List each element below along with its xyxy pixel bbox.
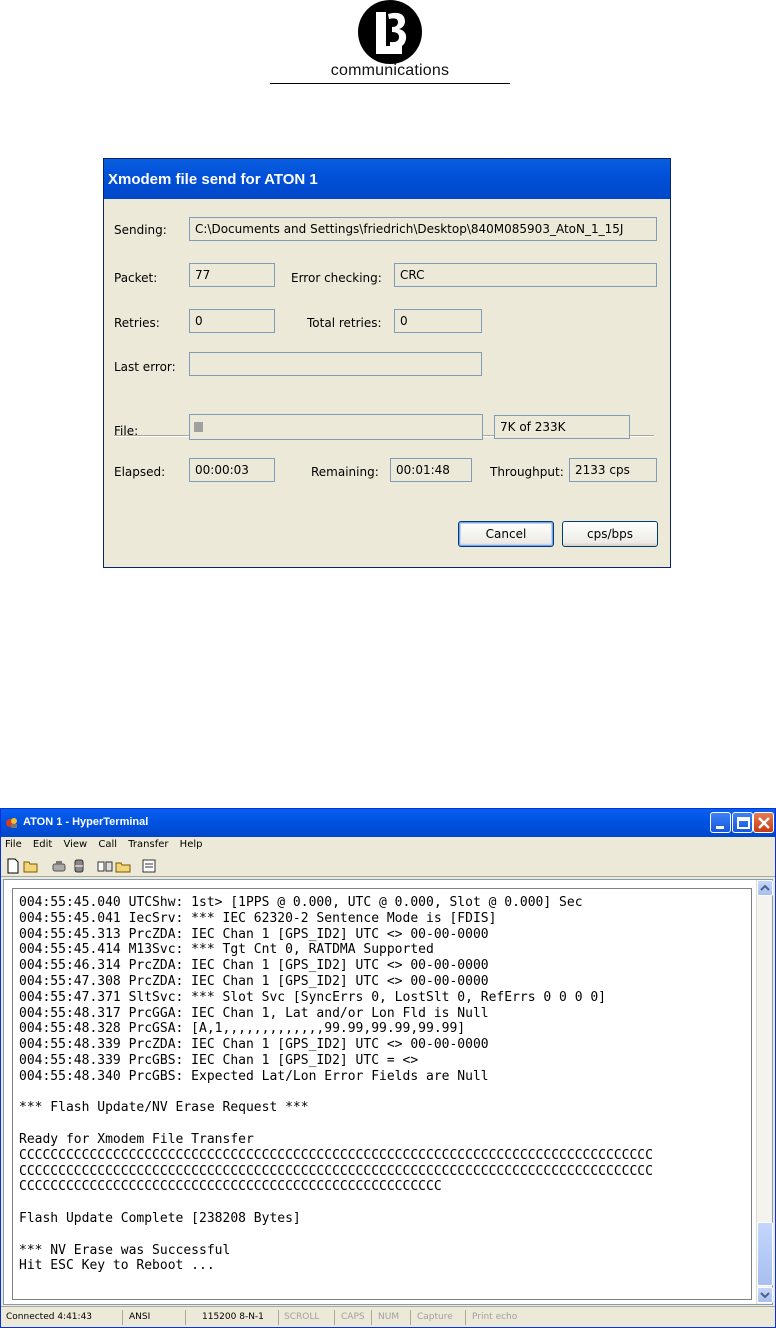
menu-edit[interactable]: Edit — [33, 839, 52, 850]
menu-view[interactable]: View — [63, 839, 87, 850]
vertical-scrollbar[interactable] — [756, 880, 773, 1304]
remaining-field: 00:01:48 — [390, 458, 472, 482]
new-icon[interactable] — [5, 858, 21, 874]
terminal-area: 004:55:45.040 UTCShw: 1st> [1PPS @ 0.000… — [3, 879, 773, 1305]
l3-logo-mark — [358, 0, 422, 64]
cps-bps-button[interactable]: cps/bps — [562, 521, 658, 547]
dialog-body: Sending: C:\Documents and Settings\fried… — [104, 199, 670, 567]
logo-underline — [270, 83, 510, 84]
l3-logo: communications — [270, 0, 510, 86]
remaining-label: Remaining: — [311, 465, 379, 479]
maximize-button[interactable] — [732, 812, 753, 833]
minimize-icon — [716, 826, 724, 829]
sending-label: Sending: — [114, 223, 167, 237]
xmodem-dialog: Xmodem file send for ATON 1 Sending: C:\… — [103, 158, 671, 568]
cancel-button[interactable]: Cancel — [458, 521, 554, 547]
file-progress-fill — [194, 422, 203, 432]
throughput-label: Throughput: — [490, 465, 564, 479]
hyperterminal-title: ATON 1 - HyperTerminal — [23, 816, 149, 828]
total-retries-field: 0 — [394, 309, 482, 333]
packet-label: Packet: — [114, 271, 158, 285]
properties-icon[interactable] — [141, 858, 157, 874]
status-capture: Capture — [414, 1310, 466, 1325]
status-bar: Connected 4:41:43 ANSI 115200 8-N-1 SCRO… — [1, 1306, 775, 1327]
toolbar — [1, 855, 775, 877]
menu-transfer[interactable]: Transfer — [128, 839, 168, 850]
close-icon — [758, 817, 770, 829]
status-caps: CAPS — [338, 1310, 372, 1325]
elapsed-label: Elapsed: — [114, 465, 166, 479]
retries-field: 0 — [189, 309, 275, 333]
scroll-down-button[interactable] — [757, 1287, 773, 1303]
receive-icon[interactable] — [115, 858, 131, 874]
file-label: File: — [114, 424, 139, 438]
terminal-output: 004:55:45.040 UTCShw: 1st> [1PPS @ 0.000… — [19, 895, 653, 1274]
status-emulation: ANSI — [126, 1310, 186, 1325]
maximize-icon — [737, 817, 750, 829]
menu-help[interactable]: Help — [180, 839, 203, 850]
hyperterminal-titlebar: ATON 1 - HyperTerminal — [1, 809, 775, 837]
open-icon[interactable] — [23, 858, 39, 874]
status-print-echo: Print echo — [472, 1312, 518, 1322]
connect-icon[interactable] — [51, 858, 67, 874]
minimize-button[interactable] — [710, 812, 731, 833]
sending-field: C:\Documents and Settings\friedrich\Desk… — [189, 217, 657, 241]
menu-call[interactable]: Call — [98, 839, 117, 850]
status-settings: 115200 8-N-1 — [199, 1310, 279, 1325]
throughput-field: 2133 cps — [569, 458, 657, 482]
elapsed-field: 00:00:03 — [189, 458, 275, 482]
hyperterminal-app-icon — [6, 818, 17, 828]
hyperterminal-window: ATON 1 - HyperTerminal File Edit View Ca… — [0, 808, 776, 1328]
error-checking-field: CRC — [394, 263, 657, 287]
chevron-up-icon — [760, 884, 770, 891]
scroll-up-button[interactable] — [757, 880, 773, 896]
menu-file[interactable]: File — [5, 839, 22, 850]
send-icon[interactable] — [97, 858, 113, 874]
file-size-field: 7K of 233K — [494, 415, 630, 439]
disconnect-icon[interactable] — [71, 858, 87, 874]
total-retries-label: Total retries: — [307, 316, 382, 330]
status-scroll: SCROLL — [281, 1310, 335, 1325]
scroll-thumb[interactable] — [757, 1222, 773, 1286]
last-error-label: Last error: — [114, 360, 176, 374]
file-progress-bar — [189, 414, 483, 440]
menu-bar: File Edit View Call Transfer Help — [1, 837, 775, 855]
last-error-field — [189, 352, 482, 376]
close-button[interactable] — [753, 812, 774, 833]
status-num: NUM — [375, 1310, 411, 1325]
retries-label: Retries: — [114, 316, 160, 330]
error-checking-label: Error checking: — [291, 271, 382, 285]
logo-text: communications — [330, 62, 450, 79]
dialog-title: Xmodem file send for ATON 1 — [104, 159, 670, 199]
terminal-screen[interactable]: 004:55:45.040 UTCShw: 1st> [1PPS @ 0.000… — [12, 888, 752, 1300]
status-connected: Connected 4:41:43 — [3, 1310, 123, 1325]
chevron-down-icon — [760, 1292, 770, 1299]
packet-field: 77 — [189, 263, 275, 287]
